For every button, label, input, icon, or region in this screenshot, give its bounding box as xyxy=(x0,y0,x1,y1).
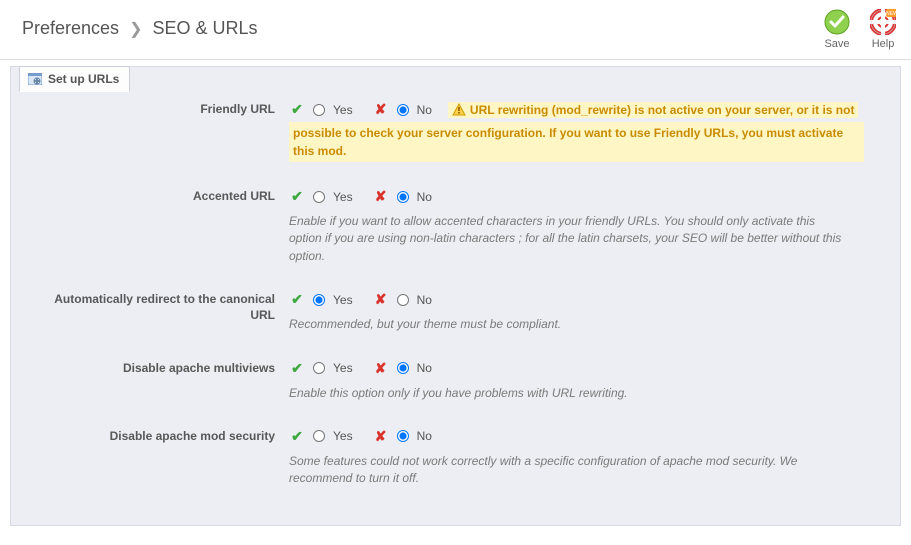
no-label: No xyxy=(417,361,432,375)
field-canonical-redirect: Automatically redirect to the canonical … xyxy=(27,291,884,333)
x-icon: ✘ xyxy=(373,428,389,445)
x-icon: ✘ xyxy=(373,360,389,377)
header-actions: Save NEW Help xyxy=(823,8,897,50)
warning-badge: URL rewriting (mod_rewrite) is not activ… xyxy=(448,102,859,118)
help-text: Recommended, but your theme must be comp… xyxy=(289,316,849,333)
field-label: Disable apache mod security xyxy=(27,428,289,488)
lifebuoy-icon: NEW xyxy=(869,8,897,36)
url-settings-icon xyxy=(28,73,42,85)
accented-url-yes-radio[interactable] xyxy=(313,191,325,203)
breadcrumb: Preferences ❯ SEO & URLs xyxy=(22,18,823,39)
friendly-url-yes-radio[interactable] xyxy=(313,104,325,116)
field-disable-multiviews: Disable apache multiviews ✔ Yes ✘ No Ena… xyxy=(27,360,884,402)
save-label: Save xyxy=(824,38,849,50)
tab-label: Set up URLs xyxy=(48,72,119,86)
help-text: Enable this option only if you have prob… xyxy=(289,385,849,402)
modsecurity-yes-radio[interactable] xyxy=(313,430,325,442)
field-accented-url: Accented URL ✔ Yes ✘ No Enable if you wa… xyxy=(27,188,884,265)
check-icon: ✔ xyxy=(289,360,305,377)
accented-url-no-radio[interactable] xyxy=(397,191,409,203)
chevron-right-icon: ❯ xyxy=(129,19,142,39)
no-label: No xyxy=(417,429,432,443)
breadcrumb-page: SEO & URLs xyxy=(152,18,257,39)
x-icon: ✘ xyxy=(373,291,389,308)
x-icon: ✘ xyxy=(373,101,389,118)
svg-text:NEW: NEW xyxy=(886,11,896,17)
check-icon: ✔ xyxy=(289,188,305,205)
canonical-no-radio[interactable] xyxy=(397,294,409,306)
yes-label: Yes xyxy=(333,361,353,375)
yes-label: Yes xyxy=(333,429,353,443)
multiviews-yes-radio[interactable] xyxy=(313,362,325,374)
yes-label: Yes xyxy=(333,190,353,204)
tab-setup-urls[interactable]: Set up URLs xyxy=(19,66,130,92)
x-icon: ✘ xyxy=(373,188,389,205)
check-icon: ✔ xyxy=(289,101,305,118)
yes-label: Yes xyxy=(333,293,353,307)
help-button[interactable]: NEW Help xyxy=(869,8,897,50)
save-button[interactable]: Save xyxy=(823,8,851,50)
check-icon: ✔ xyxy=(289,428,305,445)
warning-text-line1: URL rewriting (mod_rewrite) is not activ… xyxy=(470,103,855,117)
no-label: No xyxy=(417,103,432,117)
warning-icon xyxy=(452,103,466,117)
field-label: Automatically redirect to the canonical … xyxy=(27,291,289,333)
check-icon: ✔ xyxy=(289,291,305,308)
help-text: Some features could not work correctly w… xyxy=(289,453,849,488)
field-label: Disable apache multiviews xyxy=(27,360,289,402)
yes-label: Yes xyxy=(333,103,353,117)
check-circle-icon xyxy=(823,8,851,36)
no-label: No xyxy=(417,190,432,204)
help-text: Enable if you want to allow accented cha… xyxy=(289,213,849,265)
help-label: Help xyxy=(872,38,895,50)
page-header: Preferences ❯ SEO & URLs Save xyxy=(0,0,911,60)
no-label: No xyxy=(417,293,432,307)
field-disable-modsecurity: Disable apache mod security ✔ Yes ✘ No S… xyxy=(27,428,884,488)
warning-text-line2: possible to check your server configurat… xyxy=(289,122,864,162)
friendly-url-no-radio[interactable] xyxy=(397,104,409,116)
settings-panel: Set up URLs Friendly URL ✔ Yes ✘ No xyxy=(10,66,901,526)
canonical-yes-radio[interactable] xyxy=(313,294,325,306)
breadcrumb-section: Preferences xyxy=(22,18,119,39)
multiviews-no-radio[interactable] xyxy=(397,362,409,374)
field-label: Friendly URL xyxy=(27,101,289,162)
modsecurity-no-radio[interactable] xyxy=(397,430,409,442)
field-friendly-url: Friendly URL ✔ Yes ✘ No UR xyxy=(27,101,884,162)
field-label: Accented URL xyxy=(27,188,289,265)
